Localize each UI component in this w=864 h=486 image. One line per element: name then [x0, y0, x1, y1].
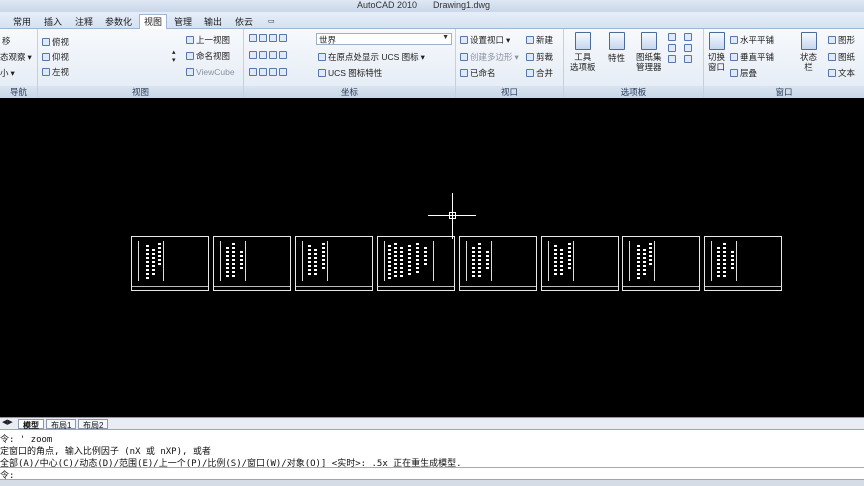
- panel-navigation: 移 态观察 ▾ 小 ▾ 导航: [0, 29, 38, 98]
- palette-small-icons-2[interactable]: [684, 33, 692, 63]
- views-scroll[interactable]: ▴ ▾: [172, 48, 176, 64]
- window-r3[interactable]: 文本: [828, 67, 855, 79]
- ribbon: 移 态观察 ▾ 小 ▾ 导航 俯视 仰视 左视 ▴ ▾ 上一视图 命名视图 Vie…: [0, 29, 864, 98]
- tile-vertical-icon: [730, 53, 738, 61]
- viewport-config-icon: [460, 36, 468, 44]
- named-viewports-button[interactable]: 已命名: [460, 67, 496, 79]
- tab-parametric[interactable]: 参数化: [101, 15, 136, 29]
- panel-coordinates: 世界 ▼ 在原点处显示 UCS 图标 ▾ UCS 图标特性 坐标: [244, 29, 456, 98]
- tab-insert[interactable]: 插入: [40, 15, 66, 29]
- new-icon: [526, 36, 534, 44]
- drawing-sheet[interactable]: [377, 236, 455, 291]
- previous-view-icon: [186, 36, 194, 44]
- ucs-combo[interactable]: 世界 ▼: [316, 33, 452, 45]
- tab-output[interactable]: 输出: [200, 15, 226, 29]
- tile-vertical-button[interactable]: 垂直平铺: [730, 51, 774, 63]
- named-views-icon: [186, 52, 194, 60]
- top-view-icon: [42, 38, 50, 46]
- tool-palettes-button[interactable]: 工具 选项板: [570, 32, 596, 72]
- switch-window-button[interactable]: 切换 窗口: [708, 32, 725, 72]
- status-bar-icon: [800, 32, 817, 50]
- new-viewport-button[interactable]: 新建: [526, 34, 553, 46]
- viewcube-icon: [186, 68, 194, 76]
- window-r1[interactable]: 图形: [828, 34, 855, 46]
- ucs-origin-icon: [318, 53, 326, 61]
- sheet-set-icon: [640, 32, 657, 50]
- tab-layout1[interactable]: 布局1: [46, 419, 77, 430]
- tab-home[interactable]: 常用: [9, 15, 35, 29]
- ucs-tools-row3[interactable]: [249, 68, 287, 76]
- tab-layout2[interactable]: 布局2: [78, 419, 109, 430]
- properties-icon: [608, 32, 625, 50]
- panel-title-window: 窗口: [704, 86, 864, 98]
- view-bottom[interactable]: 仰视: [42, 51, 69, 63]
- tile-horizontal-icon: [730, 36, 738, 44]
- status-bar-button[interactable]: 状态 栏: [800, 32, 817, 72]
- join-viewport-button[interactable]: 合并: [526, 67, 553, 79]
- ucs-properties-icon: [318, 69, 326, 77]
- clip-viewport-button[interactable]: 剪裁: [526, 51, 553, 63]
- tile-horizontal-button[interactable]: 水平平铺: [730, 34, 774, 46]
- panel-title-viewports: 视口: [456, 86, 563, 98]
- zoom-button[interactable]: 小 ▾: [0, 67, 15, 79]
- drawing-canvas[interactable]: [0, 99, 864, 417]
- tab-view[interactable]: 视图: [139, 14, 168, 30]
- drawing-sheet[interactable]: [213, 236, 291, 291]
- view-top[interactable]: 俯视: [42, 36, 69, 48]
- polygon-icon: [460, 53, 468, 61]
- orbit-button[interactable]: 态观察 ▾: [0, 51, 32, 63]
- drawing-sheet[interactable]: [622, 236, 700, 291]
- tab-manage[interactable]: 管理: [170, 15, 196, 29]
- drawing-sheet[interactable]: [131, 236, 209, 291]
- panel-title-navigation: 导航: [0, 86, 37, 98]
- viewcube-button[interactable]: ViewCube: [186, 67, 235, 77]
- ucs-icon-properties-button[interactable]: UCS 图标特性: [318, 67, 382, 79]
- palette-small-icons[interactable]: [668, 33, 676, 63]
- polygonal-viewport-button[interactable]: 创建多边形 ▾: [460, 51, 519, 63]
- title-bar: AutoCAD 2010 Drawing1.dwg: [0, 0, 864, 12]
- file-title: Drawing1.dwg: [433, 0, 491, 10]
- panel-title-views: 视图: [38, 86, 243, 98]
- panel-window: 切换 窗口 水平平铺 垂直平铺 层叠 状态 栏 图形 图纸 文本 窗口: [704, 29, 864, 98]
- cascade-icon: [730, 69, 738, 77]
- ucs-tools-row2[interactable]: [249, 51, 287, 59]
- crosshair-pickbox: [449, 212, 456, 219]
- layout-nav-arrows[interactable]: ◀▶: [2, 418, 13, 426]
- join-icon: [526, 69, 534, 77]
- panel-palettes: 工具 选项板 特性 图纸集 管理器 选项板: [564, 29, 704, 98]
- ucs-icon-origin-button[interactable]: 在原点处显示 UCS 图标 ▾: [318, 51, 425, 63]
- panel-title-palettes: 选项板: [564, 86, 703, 98]
- cascade-button[interactable]: 层叠: [730, 67, 757, 79]
- named-viewports-icon: [460, 69, 468, 77]
- ribbon-tabs: 常用 插入 注释 参数化 视图 管理 输出 依云 ▭: [0, 12, 864, 30]
- viewport-config-button[interactable]: 设置视口 ▾: [460, 34, 510, 46]
- panel-title-coordinates: 坐标: [244, 86, 455, 98]
- drawing-sheet[interactable]: [295, 236, 373, 291]
- drawing-sheet[interactable]: [704, 236, 782, 291]
- sheet-set-manager-button[interactable]: 图纸集 管理器: [636, 32, 662, 72]
- switch-window-icon: [708, 32, 725, 50]
- layout-tabs: ◀▶ 模型 布局1 布局2: [0, 417, 864, 430]
- previous-view-button[interactable]: 上一视图: [186, 34, 230, 46]
- ucs-tools-row1[interactable]: [249, 34, 287, 42]
- tab-yiyun[interactable]: 依云: [231, 15, 257, 29]
- view-left[interactable]: 左视: [42, 66, 69, 78]
- drawing-sheet[interactable]: [541, 236, 619, 291]
- tool-palettes-icon: [574, 32, 591, 50]
- properties-button[interactable]: 特性: [608, 32, 625, 64]
- panel-viewports: 设置视口 ▾ 创建多边形 ▾ 已命名 新建 剪裁 合并 视口: [456, 29, 564, 98]
- command-window: 令: ' zoom 定窗口的角点, 输入比例因子 (nX 或 nXP), 或者 …: [0, 429, 864, 481]
- bottom-view-icon: [42, 53, 50, 61]
- named-views-button[interactable]: 命名视图: [186, 50, 230, 62]
- drawing-sheet[interactable]: [459, 236, 537, 291]
- app-title: AutoCAD 2010: [357, 0, 418, 10]
- pan-button[interactable]: 移: [2, 35, 11, 47]
- panel-views: 俯视 仰视 左视 ▴ ▾ 上一视图 命名视图 ViewCube 视图: [38, 29, 244, 98]
- status-bar: [0, 479, 864, 486]
- tab-annotate[interactable]: 注释: [71, 15, 97, 29]
- tab-model[interactable]: 模型: [18, 419, 44, 430]
- window-r2[interactable]: 图纸: [828, 51, 855, 63]
- clip-icon: [526, 53, 534, 61]
- left-view-icon: [42, 68, 50, 76]
